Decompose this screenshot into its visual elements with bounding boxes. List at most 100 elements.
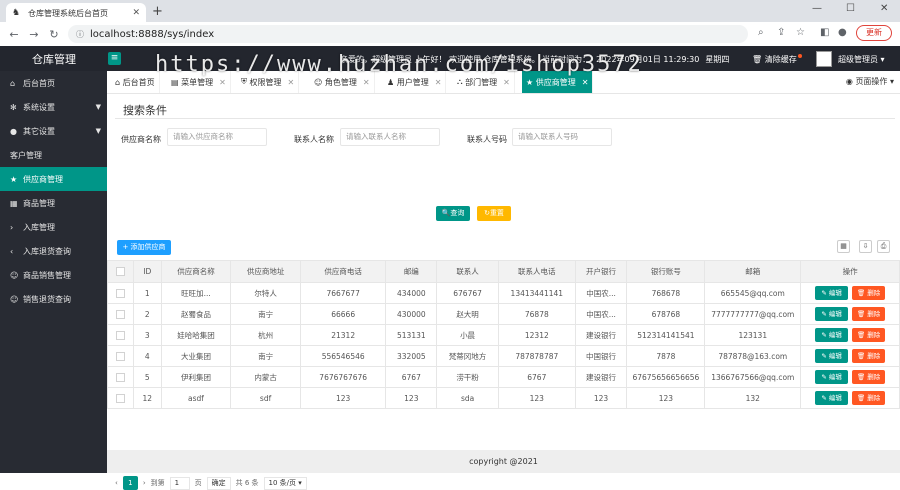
target-icon: ◉	[845, 77, 853, 86]
delete-button[interactable]: 🗑 删除	[852, 328, 886, 342]
browser-tab[interactable]: ♞ 仓库管理系统后台首页 ✕	[6, 3, 146, 23]
close-icon[interactable]: ✕	[503, 78, 510, 87]
side-panel-icon[interactable]: ◧	[820, 27, 829, 38]
row-actions: ✎ 编辑 🗑 删除	[800, 366, 900, 388]
delete-button[interactable]: 🗑 删除	[852, 391, 886, 405]
supplier-name-input[interactable]: 请输入供应商名称	[167, 128, 267, 146]
contact-name-input[interactable]: 请输入联系人名称	[340, 128, 440, 146]
select-all-checkbox[interactable]	[107, 260, 134, 283]
user-menu[interactable]: 超级管理员 ▾	[838, 54, 885, 65]
reset-button[interactable]: ↻重置	[477, 206, 511, 221]
query-button[interactable]: 🔍查询	[436, 206, 470, 221]
table-header-row: ID 供应商名称 供应商地址 供应商电话 邮编 联系人 联系人电话 开户银行 银…	[107, 260, 900, 283]
edit-button[interactable]: ✎ 编辑	[815, 370, 849, 384]
goto-page-input[interactable]: 1	[169, 476, 190, 490]
edit-button[interactable]: ✎ 编辑	[815, 307, 849, 321]
prev-page-icon[interactable]: ‹	[115, 479, 118, 487]
delete-button[interactable]: 🗑 删除	[852, 349, 886, 363]
zoom-icon[interactable]: ⌕	[758, 27, 764, 38]
edit-button[interactable]: ✎ 编辑	[815, 328, 849, 342]
table-cell: 76878	[497, 303, 576, 325]
col-supplier-name: 供应商名称	[160, 260, 232, 283]
edit-button[interactable]: ✎ 编辑	[815, 349, 849, 363]
col-email: 邮箱	[704, 260, 802, 283]
columns-icon[interactable]: ▦	[837, 240, 850, 253]
favicon-icon: ♞	[12, 8, 21, 18]
sidebar-item-home[interactable]: ⌂ 后台首页	[0, 71, 107, 95]
grid-icon: ▤	[171, 77, 179, 87]
trash-icon: 🗑	[856, 289, 866, 297]
sidebar-item-other-settings[interactable]: ● 其它设置 ▼	[0, 119, 107, 143]
row-checkbox[interactable]	[107, 282, 134, 304]
address-row: ← → ↻ ⓘ localhost:8888/sys/index ⌕ ⇪ ☆ ◧…	[0, 22, 900, 46]
sidebar-item-inbound[interactable]: › 入库管理	[0, 215, 107, 239]
table-cell: 小晨	[436, 324, 499, 346]
maximize-icon[interactable]: ☐	[846, 3, 855, 14]
edit-button[interactable]: ✎ 编辑	[815, 286, 849, 300]
close-tab-icon[interactable]: ✕	[132, 8, 140, 18]
print-icon[interactable]: ⎙	[877, 240, 890, 253]
delete-button[interactable]: 🗑 删除	[852, 370, 886, 384]
edit-icon: ✎	[821, 289, 827, 297]
browser-chrome: ♞ 仓库管理系统后台首页 ✕ + — ☐ ✕ ← → ↻ ⓘ localhost…	[0, 0, 900, 46]
reload-icon[interactable]: ↻	[44, 28, 64, 41]
page-operations-menu[interactable]: ◉ 页面操作 ▾	[846, 76, 894, 87]
tab-home[interactable]: ⌂ 后台首页	[111, 71, 160, 93]
table-cell: 12312	[497, 324, 576, 346]
forward-icon[interactable]: →	[24, 28, 44, 41]
sidebar-item-sales[interactable]: ☺ 商品销售管理	[0, 263, 107, 287]
delete-button[interactable]: 🗑 删除	[852, 286, 886, 300]
table-row: 1 旺旺加... 尔特人 7667677 434000 676767 13413441141…	[107, 282, 900, 304]
divider	[115, 118, 895, 119]
bookmark-icon[interactable]: ☆	[796, 27, 805, 38]
sidebar-item-customers[interactable]: 客户管理	[0, 143, 107, 167]
table-cell: 123	[385, 387, 438, 409]
row-checkbox[interactable]	[107, 324, 134, 346]
footer: copyright @2021	[107, 450, 900, 473]
sidebar-item-products[interactable]: ▦ 商品管理	[0, 191, 107, 215]
share-icon[interactable]: ⇪	[777, 27, 785, 38]
edit-icon: ✎	[821, 394, 827, 402]
row-checkbox[interactable]	[107, 387, 134, 409]
row-actions: ✎ 编辑 🗑 删除	[800, 303, 900, 325]
table-row: 2 赵蜀食品 南宁 66666 430000 赵大明 76878 中国农... 678768 77…	[107, 303, 900, 325]
close-window-icon[interactable]: ✕	[880, 3, 888, 14]
delete-button[interactable]: 🗑 删除	[852, 307, 886, 321]
sidebar-item-sales-returns[interactable]: ☺ 销售退货查询	[0, 287, 107, 311]
next-page-icon[interactable]: ›	[143, 479, 146, 487]
users-icon: ☺	[10, 270, 19, 280]
close-icon[interactable]: ✕	[435, 78, 442, 87]
contact-phone-input[interactable]: 请输入联系人号码	[512, 128, 612, 146]
back-icon[interactable]: ←	[4, 28, 24, 41]
export-icon[interactable]: ⇩	[859, 240, 872, 253]
goto-confirm-button[interactable]: 确定	[206, 476, 231, 490]
row-actions: ✎ 编辑 🗑 删除	[800, 387, 900, 409]
sidebar-item-suppliers[interactable]: ★ 供应商管理	[0, 167, 107, 191]
close-icon[interactable]: ✕	[582, 78, 589, 87]
avatar[interactable]	[816, 51, 832, 67]
close-icon[interactable]: ✕	[363, 78, 370, 87]
supplier-table: ID 供应商名称 供应商地址 供应商电话 邮编 联系人 联系人电话 开户银行 银…	[107, 260, 900, 409]
address-bar[interactable]: ⓘ localhost:8888/sys/index	[68, 25, 748, 43]
add-supplier-button[interactable]: + 添加供应商	[117, 240, 171, 255]
row-checkbox[interactable]	[107, 303, 134, 325]
new-tab-icon[interactable]: +	[152, 5, 163, 19]
row-checkbox[interactable]	[107, 366, 134, 388]
sidebar-item-system-settings[interactable]: ✻ 系统设置 ▼	[0, 95, 107, 119]
menu-toggle-icon[interactable]: ≡	[108, 52, 121, 65]
table-cell: 中国农...	[574, 282, 628, 304]
close-icon[interactable]: ✕	[219, 78, 226, 87]
table-cell: 伊利集团	[160, 366, 232, 388]
page-size-select[interactable]: 10 条/页 ▾	[263, 476, 307, 490]
update-button[interactable]: 更新	[856, 25, 892, 41]
table-cell: 5	[132, 366, 162, 388]
clear-cache-button[interactable]: 🗑 清除缓存	[752, 54, 802, 65]
edit-button[interactable]: ✎ 编辑	[815, 391, 849, 405]
page-number-current[interactable]: 1	[122, 476, 138, 490]
sidebar-item-inbound-returns[interactable]: ‹ 入库退货查询	[0, 239, 107, 263]
close-icon[interactable]: ✕	[288, 78, 295, 87]
row-checkbox[interactable]	[107, 345, 134, 367]
profile-icon[interactable]: ●	[838, 27, 847, 38]
minimize-icon[interactable]: —	[812, 3, 822, 14]
table-cell: 杭州	[230, 324, 301, 346]
